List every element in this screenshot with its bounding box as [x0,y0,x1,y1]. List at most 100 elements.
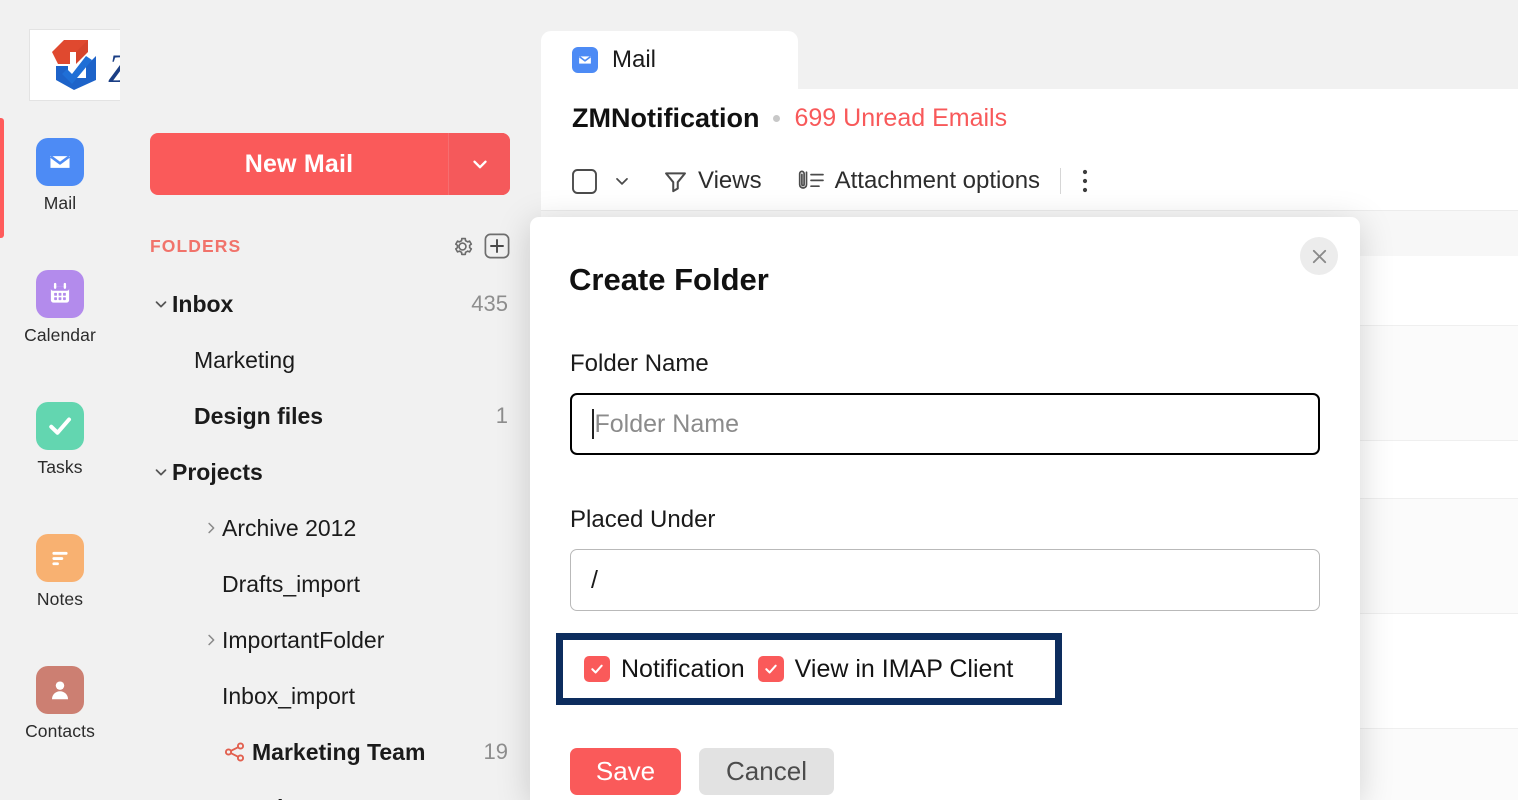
rail-item-label: Calendar [24,325,96,346]
views-label: Views [698,167,762,195]
chevron-down-icon [612,171,632,191]
folder-item-marketing[interactable]: Marketing [120,332,540,388]
tab-strip [540,0,1518,32]
dialog-checkbox-row: Notification View in IMAP Client [563,640,1055,698]
paperclip-icon [794,168,826,195]
app-rail: Mail Calendar Tasks Notes Contacts [0,0,120,800]
check-icon [36,402,84,450]
rail-item-label: Mail [44,193,77,214]
folder-unread-count: 19 [484,739,508,765]
folder-settings-button[interactable] [451,235,474,258]
folder-label: ImportantFolder [222,627,384,654]
plus-icon [484,233,510,259]
save-button[interactable]: Save [570,748,681,795]
folder-item-importantfolder[interactable]: ImportantFolder [120,612,540,668]
folder-item-drafts-import[interactable]: Drafts_import [120,556,540,612]
page-title: ZMNotification [572,103,759,134]
folder-label: Design files [194,403,323,430]
rail-item-contacts[interactable]: Contacts [0,666,120,742]
folder-unread-count: 435 [471,291,508,317]
folders-actions [451,233,510,259]
folder-label: Receipts [222,795,318,800]
folder-toggle[interactable] [150,463,172,481]
folder-toggle[interactable] [150,295,172,313]
folder-unread-count: 1 [496,403,508,429]
folder-label: Inbox [172,291,233,318]
folder-name-label: Folder Name [570,350,709,378]
rail-item-calendar[interactable]: Calendar [0,270,120,346]
attachment-options-button[interactable]: Attachment options [794,167,1040,195]
checkbox-box[interactable] [584,656,610,682]
close-icon [1310,247,1329,266]
shared-folder-icon [222,740,248,764]
check-icon [589,661,605,677]
add-folder-button[interactable] [484,233,510,259]
cancel-button[interactable]: Cancel [699,748,834,795]
folder-item-design-files[interactable]: Design files 1 [120,388,540,444]
checkbox-label: Notification [621,655,745,684]
views-button[interactable]: Views [662,167,762,195]
checkbox-notification[interactable]: Notification [584,655,745,684]
placed-under-value: / [591,566,598,595]
calendar-icon [36,270,84,318]
placed-under-label: Placed Under [570,506,715,534]
checkbox-view-in-imap-client[interactable]: View in IMAP Client [758,655,1014,684]
folder-name-placeholder: Folder Name [595,410,740,439]
rail-item-mail[interactable]: Mail [0,138,120,214]
new-mail-button[interactable]: New Mail [150,133,510,195]
folder-label: Drafts_import [222,571,360,598]
folder-item-receipts[interactable]: Receipts [120,780,540,800]
rail-item-label: Contacts [25,721,95,742]
folder-item-inbox[interactable]: Inbox 435 [120,276,540,332]
folder-item-projects[interactable]: Projects [120,444,540,500]
checkbox-icon [571,168,598,195]
chevron-down-icon [152,463,170,481]
folder-name-input[interactable]: Folder Name [570,393,1320,455]
gear-icon [451,235,474,258]
folders-section-header: FOLDERS [150,230,510,262]
tab-mail[interactable]: Mail [541,31,798,89]
folder-label: Archive 2012 [222,515,356,542]
chevron-right-icon [202,631,220,649]
placed-under-input[interactable]: / [570,549,1320,611]
mail-toolbar: Views Attachment options [571,159,1089,203]
contact-icon [36,666,84,714]
rail-item-tasks[interactable]: Tasks [0,402,120,478]
unread-count-label: 699 Unread Emails [794,104,1007,133]
mail-icon [572,47,598,73]
folder-item-marketing-team[interactable]: Marketing Team 19 [120,724,540,780]
new-mail-label: New Mail [150,133,448,195]
separator-dot [773,115,780,122]
folder-header: ZMNotification 699 Unread Emails [572,103,1007,134]
chevron-down-icon [152,295,170,313]
folder-toggle[interactable] [200,631,222,649]
folder-label: Marketing [194,347,295,374]
mail-icon [36,138,84,186]
text-cursor [592,409,594,439]
folder-tree: Inbox 435 Marketing Design files 1 Projects Ar… [120,276,540,800]
new-mail-dropdown-button[interactable] [448,133,510,195]
more-vertical-icon [1081,167,1089,195]
folder-item-inbox-import[interactable]: Inbox_import [120,668,540,724]
dialog-actions: Save Cancel [570,748,834,795]
folder-label: Inbox_import [222,683,355,710]
folder-toggle[interactable] [200,519,222,537]
mail-app-window: MailCalendarTasksNotesContacts Zylker Ne… [0,0,1518,800]
rail-item-notes[interactable]: Notes [0,534,120,610]
checkbox-group-highlight: Notification View in IMAP Client [556,633,1062,705]
checkbox-box[interactable] [758,656,784,682]
filter-icon [662,168,689,195]
folders-pane: New Mail FOLDERS [120,0,540,800]
rail-item-label: Tasks [37,457,82,478]
dialog-title: Create Folder [569,262,769,298]
attachment-options-label: Attachment options [835,167,1040,195]
close-dialog-button[interactable] [1300,237,1338,275]
toolbar-divider [1060,168,1061,194]
notes-icon [36,534,84,582]
folder-label: Marketing Team [252,739,425,766]
more-options-button[interactable] [1081,167,1089,195]
select-all-control[interactable] [571,168,632,195]
chevron-down-icon [469,153,491,175]
folder-item-archive-2012[interactable]: Archive 2012 [120,500,540,556]
chevron-right-icon [202,519,220,537]
